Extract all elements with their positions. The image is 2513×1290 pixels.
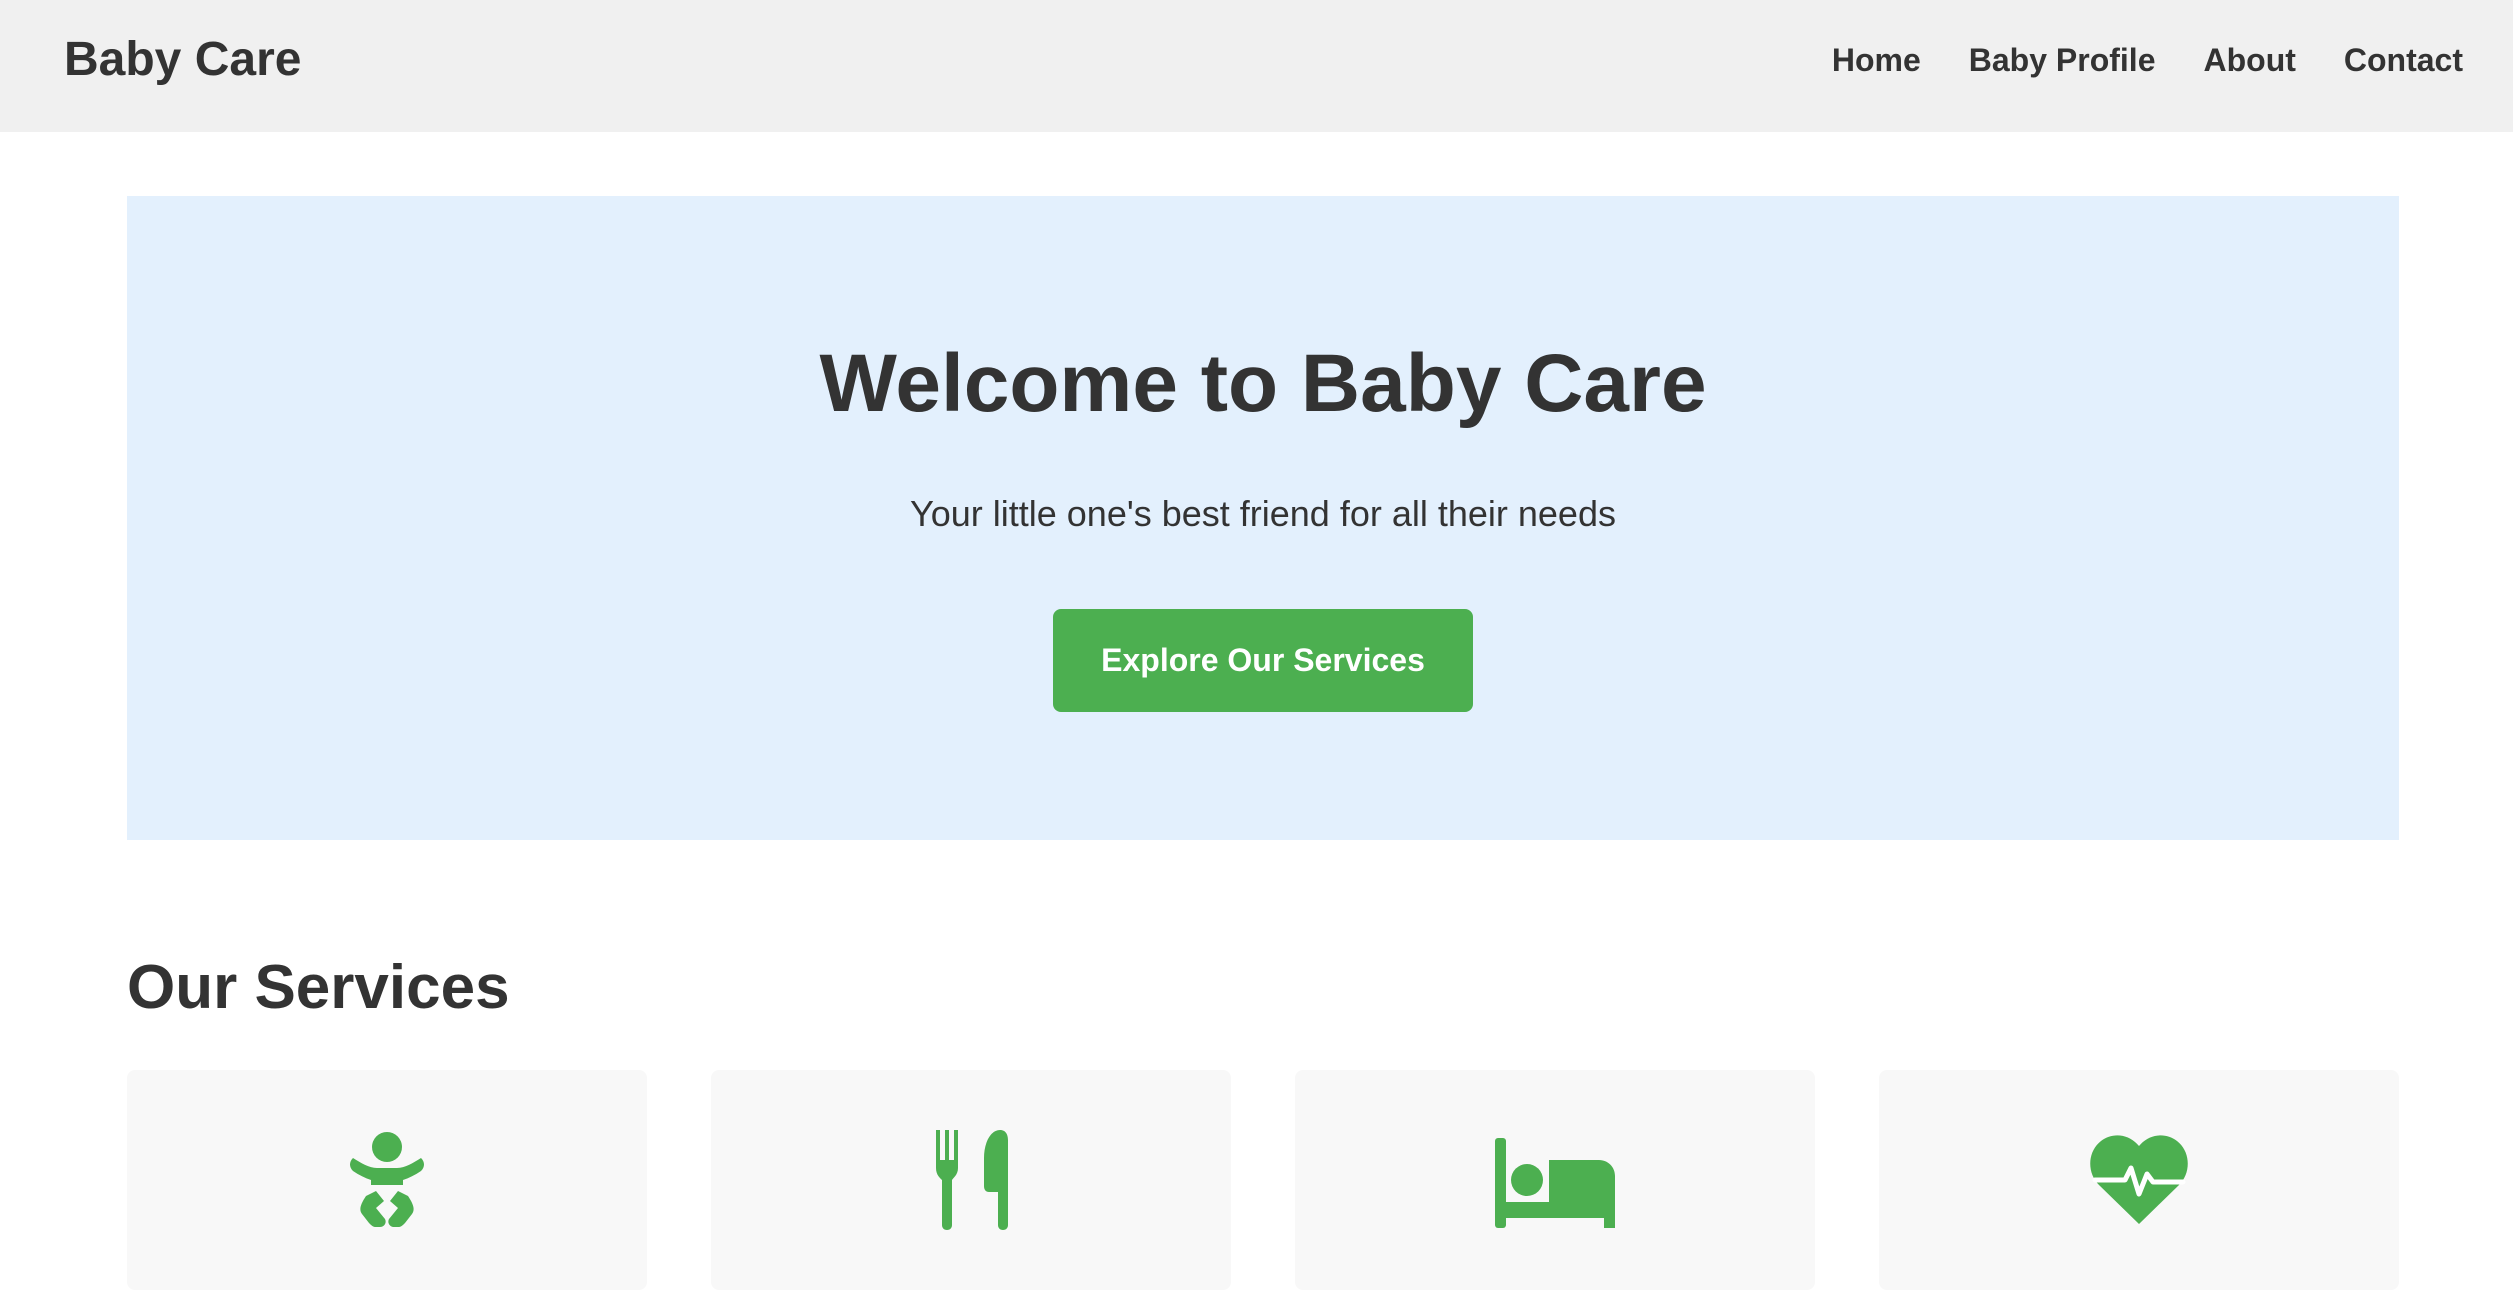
service-card-health[interactable] <box>1879 1070 2399 1290</box>
service-card-sleep[interactable] <box>1295 1070 1815 1290</box>
service-card-baby[interactable] <box>127 1070 647 1290</box>
nav-link-home[interactable]: Home <box>1832 38 1921 82</box>
explore-services-button[interactable]: Explore Our Services <box>1053 609 1473 712</box>
brand-logo[interactable]: Baby Care <box>64 30 301 90</box>
nav-link-about[interactable]: About <box>2203 38 2295 82</box>
hero-subtitle: Your little one's best friend for all th… <box>910 493 1616 534</box>
nav-link-baby-profile[interactable]: Baby Profile <box>1969 38 2156 82</box>
baby-icon <box>127 1130 647 1230</box>
service-card-feeding[interactable] <box>711 1070 1231 1290</box>
hero-section: Welcome to Baby Care Your little one's b… <box>127 196 2399 840</box>
utensils-icon <box>711 1130 1231 1230</box>
hero-title: Welcome to Baby Care <box>819 338 1707 429</box>
main-nav: Home Baby Profile About Contact <box>1832 38 2463 82</box>
nav-link-contact[interactable]: Contact <box>2344 38 2463 82</box>
bed-icon <box>1295 1130 1815 1230</box>
header-navbar: Baby Care Home Baby Profile About Contac… <box>0 0 2513 132</box>
services-title: Our Services <box>127 953 510 1022</box>
heartbeat-icon <box>1879 1130 2399 1230</box>
